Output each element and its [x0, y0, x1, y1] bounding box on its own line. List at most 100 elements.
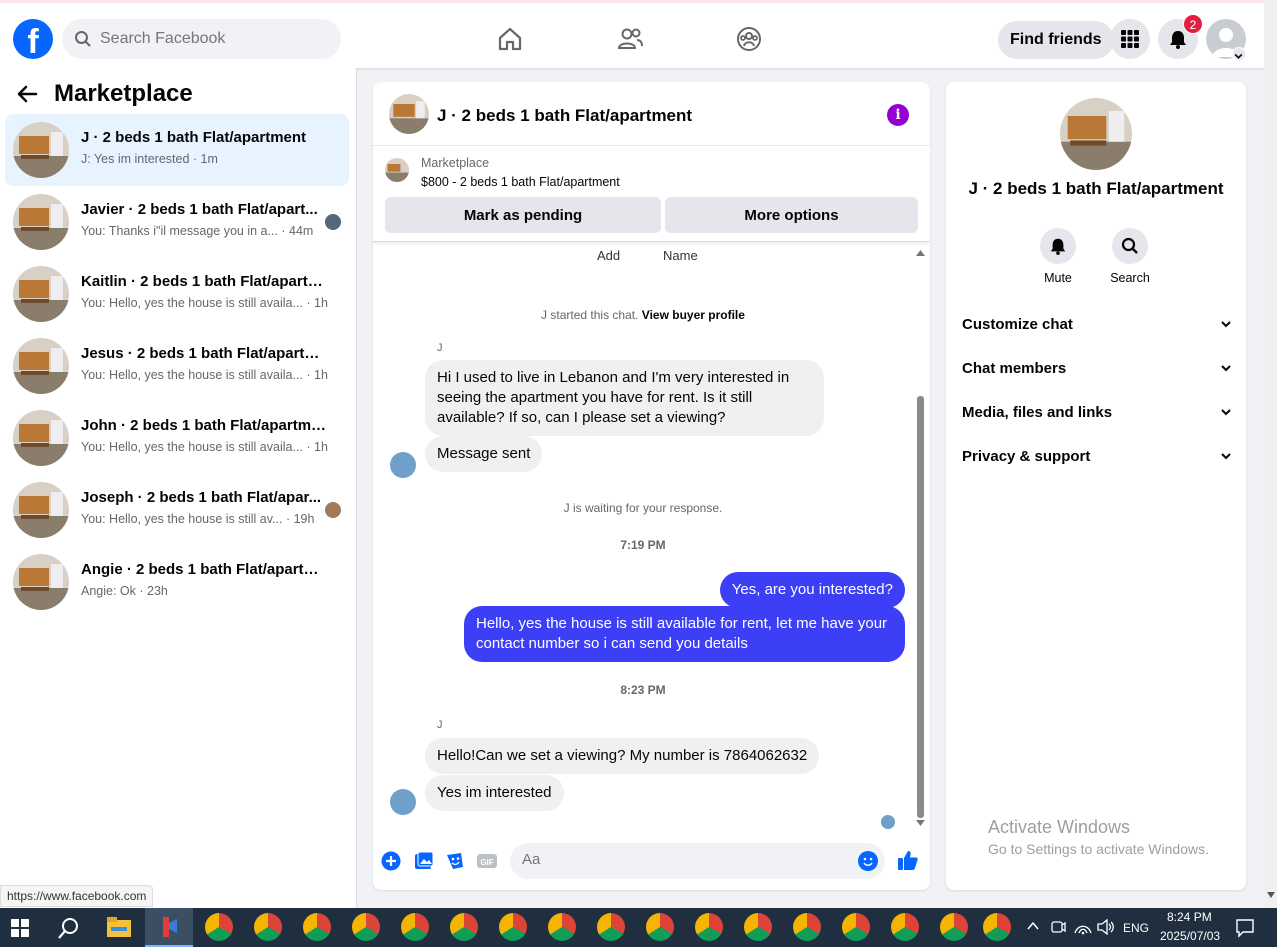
meet-now-icon[interactable] [1050, 919, 1066, 935]
media-files-links-row[interactable]: Media, files and links [962, 400, 1232, 424]
photo-icon[interactable] [414, 851, 434, 871]
bell-icon [1050, 238, 1066, 255]
chrome-icon[interactable] [450, 913, 478, 941]
language-indicator[interactable]: ENG [1123, 921, 1149, 935]
chrome-icon[interactable] [695, 913, 723, 941]
volume-icon[interactable] [1097, 919, 1115, 935]
conversation-snippet: J: Yes im interested · 1m [81, 152, 218, 166]
privacy-support-row[interactable]: Privacy & support [962, 444, 1232, 468]
conversation-item[interactable]: Kaitlin · 2 beds 1 bath Flat/apartm... Y… [5, 258, 349, 330]
chrome-icon[interactable] [401, 913, 429, 941]
chrome-icon[interactable] [842, 913, 870, 941]
incoming-message[interactable]: Message sent [425, 436, 543, 472]
chrome-icon[interactable] [744, 913, 772, 941]
find-friends-button[interactable]: Find friends [998, 21, 1114, 59]
chevron-down-icon[interactable] [1232, 47, 1246, 61]
chrome-icon[interactable] [205, 913, 233, 941]
windows-start-icon[interactable] [11, 919, 29, 937]
facebook-logo[interactable]: f [13, 19, 53, 59]
sticker-icon[interactable] [445, 851, 465, 871]
read-receipt-avatar [325, 214, 341, 230]
plus-icon[interactable] [381, 851, 401, 871]
taskbar-search-icon[interactable] [57, 916, 81, 940]
gif-icon[interactable]: GIF [477, 851, 497, 871]
page-scrollbar[interactable] [1264, 0, 1277, 908]
chat-details-panel: J · 2 beds 1 bath Flat/apartment Mute Se… [946, 82, 1246, 890]
marketplace-label: Marketplace [421, 156, 490, 170]
chevron-down-icon [1221, 365, 1231, 372]
read-receipt-avatar [325, 502, 341, 518]
conversation-item[interactable]: Joseph · 2 beds 1 bath Flat/apar... You:… [5, 474, 349, 546]
outgoing-message[interactable]: Yes, are you interested? [719, 572, 905, 608]
add-label[interactable]: Add [597, 248, 620, 263]
sender-avatar[interactable] [390, 789, 416, 815]
wifi-icon[interactable] [1074, 919, 1092, 935]
more-options-button[interactable]: More options [665, 197, 918, 233]
conversation-name: Kaitlin · 2 beds 1 bath Flat/apartm... [81, 273, 331, 290]
listing-thumbnail[interactable] [1060, 98, 1132, 170]
listing-thumbnail [385, 158, 409, 182]
message-input-container[interactable] [510, 843, 885, 879]
chrome-icon[interactable] [940, 913, 968, 941]
name-label[interactable]: Name [663, 248, 698, 263]
conversation-item[interactable]: Javier · 2 beds 1 bath Flat/apart... You… [5, 186, 349, 258]
conversation-name: Javier · 2 beds 1 bath Flat/apart... [81, 201, 318, 218]
chat-started-notice: J started this chat. View buyer profile [373, 308, 913, 322]
conversation-name: Jesus · 2 beds 1 bath Flat/apartment [81, 345, 331, 362]
listing-price[interactable]: $800 - 2 beds 1 bath Flat/apartment [421, 175, 620, 189]
search-in-chat-button[interactable]: Search [1100, 228, 1160, 285]
home-icon[interactable] [496, 25, 524, 53]
customize-chat-row[interactable]: Customize chat [962, 312, 1232, 336]
chrome-icon[interactable] [793, 913, 821, 941]
thumbs-up-icon[interactable] [897, 849, 919, 871]
mark-as-pending-button[interactable]: Mark as pending [385, 197, 661, 233]
watermark-line2: Go to Settings to activate Windows. [988, 841, 1209, 857]
conversation-item[interactable]: John · 2 beds 1 bath Flat/apartment You:… [5, 402, 349, 474]
chrome-icon[interactable] [548, 913, 576, 941]
friends-icon[interactable] [616, 25, 644, 53]
search-input[interactable] [100, 30, 320, 48]
sender-avatar[interactable] [390, 452, 416, 478]
menu-button[interactable] [1110, 19, 1150, 59]
chrome-icon[interactable] [303, 913, 331, 941]
view-buyer-profile-link[interactable]: View buyer profile [642, 308, 745, 322]
marketplace-listing-card: Marketplace $800 - 2 beds 1 bath Flat/ap… [373, 146, 930, 242]
page-title: Marketplace [54, 80, 193, 107]
back-arrow-icon[interactable] [16, 83, 38, 105]
groups-icon[interactable] [735, 25, 763, 53]
clock-time[interactable]: 8:24 PM [1167, 910, 1212, 924]
incoming-message[interactable]: Hi I used to live in Lebanon and I'm ver… [425, 360, 824, 436]
chrome-icon[interactable] [352, 913, 380, 941]
chevron-up-icon[interactable] [1027, 921, 1039, 931]
active-app-button[interactable] [145, 908, 193, 947]
chrome-icon[interactable] [646, 913, 674, 941]
chrome-icon[interactable] [499, 913, 527, 941]
search-bar[interactable] [62, 19, 341, 59]
conversation-item[interactable]: Angie · 2 beds 1 bath Flat/apartme... An… [5, 546, 349, 618]
conversation-snippet: You: Hello, yes the house is still avail… [81, 440, 328, 454]
notification-center-icon[interactable] [1235, 918, 1255, 938]
mute-button[interactable]: Mute [1028, 228, 1088, 285]
chat-title[interactable]: J · 2 beds 1 bath Flat/apartment [437, 106, 692, 126]
message-input[interactable] [522, 851, 842, 868]
clock-date[interactable]: 2025/07/03 [1160, 929, 1220, 943]
emoji-icon[interactable] [858, 851, 878, 871]
chrome-icon[interactable] [597, 913, 625, 941]
chat-members-row[interactable]: Chat members [962, 356, 1232, 380]
scrollbar-thumb[interactable] [917, 396, 924, 818]
chat-scrollbar[interactable] [914, 250, 926, 830]
timestamp: 7:19 PM [620, 538, 666, 552]
listing-thumbnail [13, 122, 69, 178]
mute-label: Mute [1044, 271, 1072, 285]
chrome-icon[interactable] [254, 913, 282, 941]
info-icon[interactable]: i [887, 104, 909, 126]
chrome-icon[interactable] [891, 913, 919, 941]
incoming-message[interactable]: Hello!Can we set a viewing? My number is… [425, 738, 820, 774]
chrome-icon[interactable] [983, 913, 1011, 941]
incoming-message[interactable]: Yes im interested [425, 775, 564, 811]
conversation-item[interactable]: Jesus · 2 beds 1 bath Flat/apartment You… [5, 330, 349, 402]
outgoing-message[interactable]: Hello, yes the house is still available … [464, 606, 905, 662]
file-explorer-icon[interactable] [107, 917, 131, 937]
conversation-item[interactable]: J · 2 beds 1 bath Flat/apartment J: Yes … [5, 114, 349, 186]
listing-thumbnail[interactable] [389, 94, 429, 134]
